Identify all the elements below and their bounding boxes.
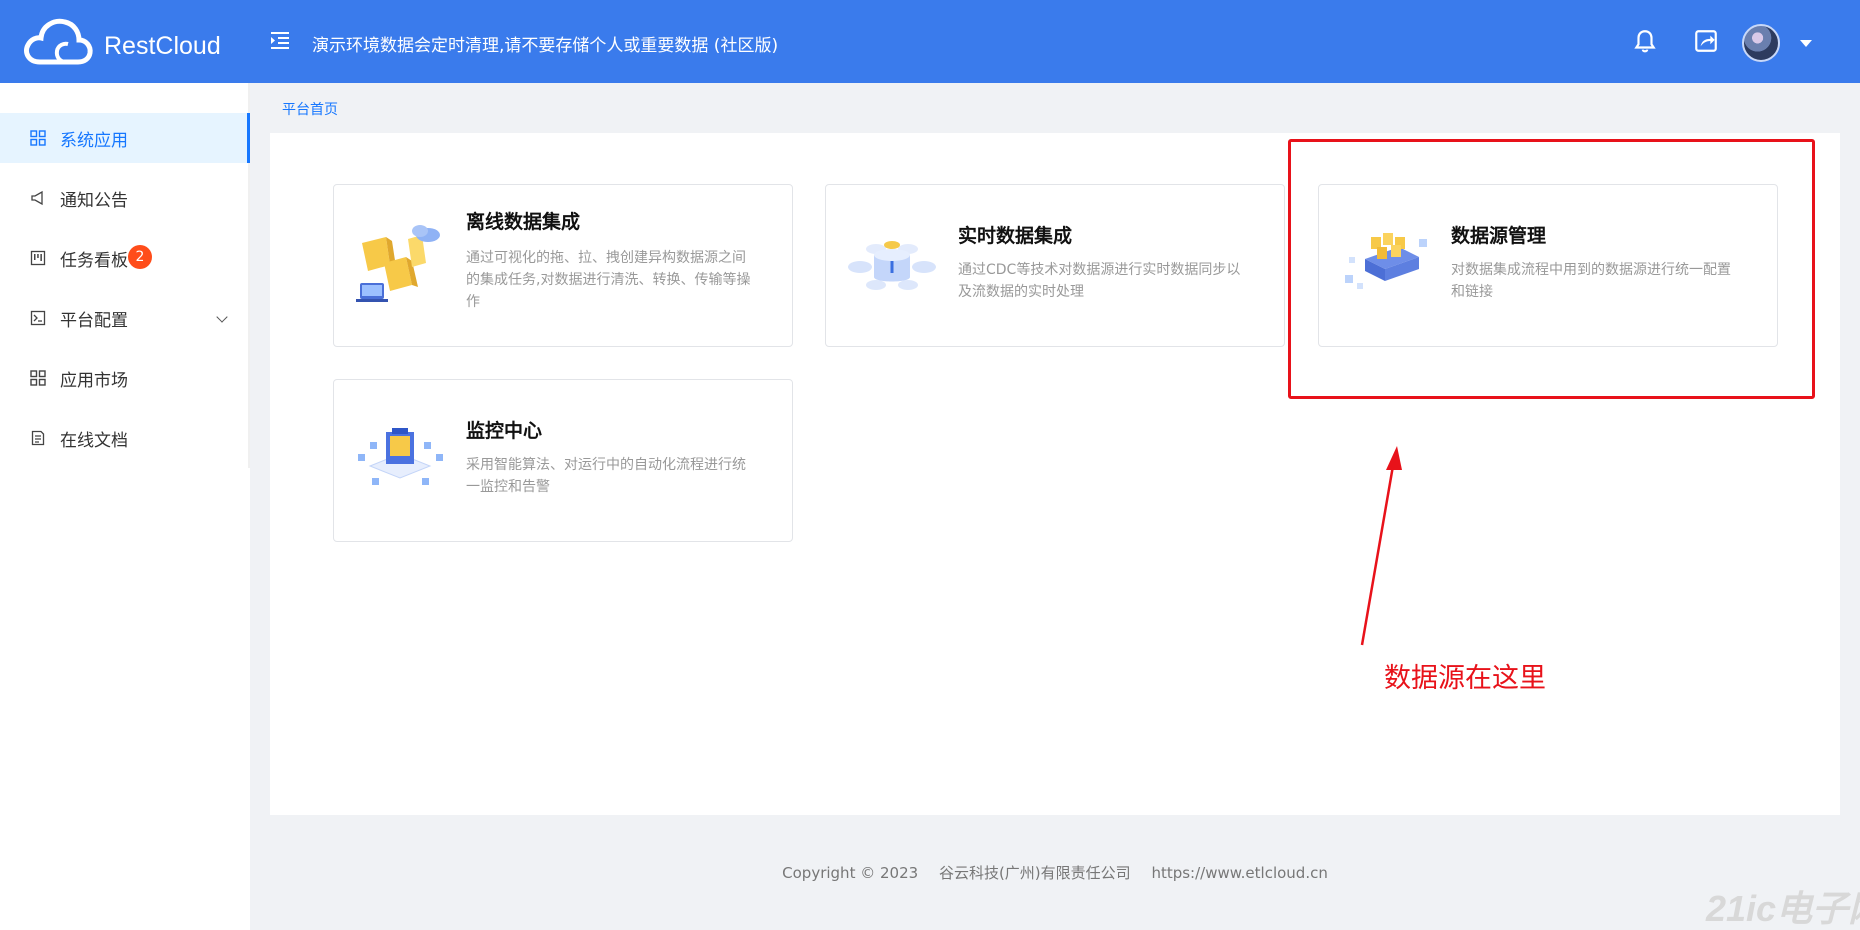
card-monitor-center[interactable]: 监控中心 采用智能算法、对运行中的自动化流程进行统一监控和告警 xyxy=(333,379,793,542)
card-desc: 采用智能算法、对运行中的自动化流程进行统一监控和告警 xyxy=(466,457,746,495)
file-icon xyxy=(31,430,45,446)
notification-icon xyxy=(31,190,43,206)
card-desc: 通过可视化的拖、拉、拽创建异构数据源之间的集成任务,对数据进行清洗、转换、传输等… xyxy=(466,250,751,310)
share-icon[interactable] xyxy=(1693,28,1719,54)
sidebar-item-system-apps[interactable]: 系统应用 xyxy=(0,113,250,163)
breadcrumb[interactable]: 平台首页 xyxy=(282,99,338,119)
top-header: RestCloud 演示环境数据会定时清理,请不要存储个人或重要数据 (社区版) xyxy=(0,0,1860,83)
cdc-illustration xyxy=(848,241,936,290)
appstore-icon xyxy=(30,130,46,146)
card-desc: 通过CDC等技术对数据源进行实时数据同步以及流数据的实时处理 xyxy=(958,262,1241,300)
watermark: 21ic电子网 xyxy=(1706,888,1860,929)
sidebar-item-platform-config[interactable]: 平台配置 xyxy=(0,293,250,343)
company-name: 谷云科技(广州)有限责任公司 xyxy=(938,864,1131,882)
website-link[interactable]: https://www.etlcloud.cn xyxy=(1151,864,1327,882)
avatar[interactable] xyxy=(1742,24,1780,62)
sidebar-item-label: 系统应用 xyxy=(60,130,128,151)
card-title: 实时数据集成 xyxy=(958,225,1073,247)
appstore-icon xyxy=(30,370,46,386)
card-realtime-integration[interactable]: 实时数据集成 通过CDC等技术对数据源进行实时数据同步以及流数据的实时处理 xyxy=(825,184,1285,347)
annotation-text: 数据源在这里 xyxy=(1384,663,1546,694)
chevron-down-icon xyxy=(216,311,228,323)
sidebar-item-label: 通知公告 xyxy=(60,190,128,211)
sidebar-item-online-docs[interactable]: 在线文档 xyxy=(0,413,250,463)
cloud-logo-icon xyxy=(24,18,93,65)
project-icon xyxy=(30,250,46,266)
sidebar-item-label: 任务看板 xyxy=(60,250,128,271)
copyright-text: Copyright © 2023 xyxy=(782,864,919,882)
card-title: 离线数据集成 xyxy=(466,211,581,233)
card-offline-integration[interactable]: 离线数据集成 通过可视化的拖、拉、拽创建异构数据源之间的集成任务,对数据进行清洗… xyxy=(333,184,793,347)
sidebar-item-task-board[interactable]: 任务看板 2 xyxy=(0,233,250,283)
sidebar-item-notifications[interactable]: 通知公告 xyxy=(0,173,250,223)
demo-notice: 演示环境数据会定时清理,请不要存储个人或重要数据 (社区版) xyxy=(312,36,779,56)
sidebar-item-label: 在线文档 xyxy=(60,430,128,451)
logo[interactable]: RestCloud xyxy=(22,16,221,68)
sidebar-item-app-market[interactable]: 应用市场 xyxy=(0,353,250,403)
annotation-arrow xyxy=(1360,446,1402,646)
task-count-badge: 2 xyxy=(128,245,152,269)
monitor-illustration xyxy=(358,428,443,485)
footer: Copyright © 2023 谷云科技(广州)有限责任公司 https://… xyxy=(0,862,1860,883)
menu-fold-icon[interactable] xyxy=(268,28,292,52)
sidebar-item-label: 应用市场 xyxy=(60,370,128,391)
annotation-highlight-box xyxy=(1288,139,1815,399)
code-icon xyxy=(30,310,46,326)
card-title: 监控中心 xyxy=(466,420,543,442)
caret-down-icon[interactable] xyxy=(1800,40,1812,47)
logo-text: RestCloud xyxy=(104,31,221,60)
sidebar-item-label: 平台配置 xyxy=(60,310,128,331)
etl-illustration xyxy=(356,225,440,302)
bell-icon[interactable] xyxy=(1632,28,1658,54)
